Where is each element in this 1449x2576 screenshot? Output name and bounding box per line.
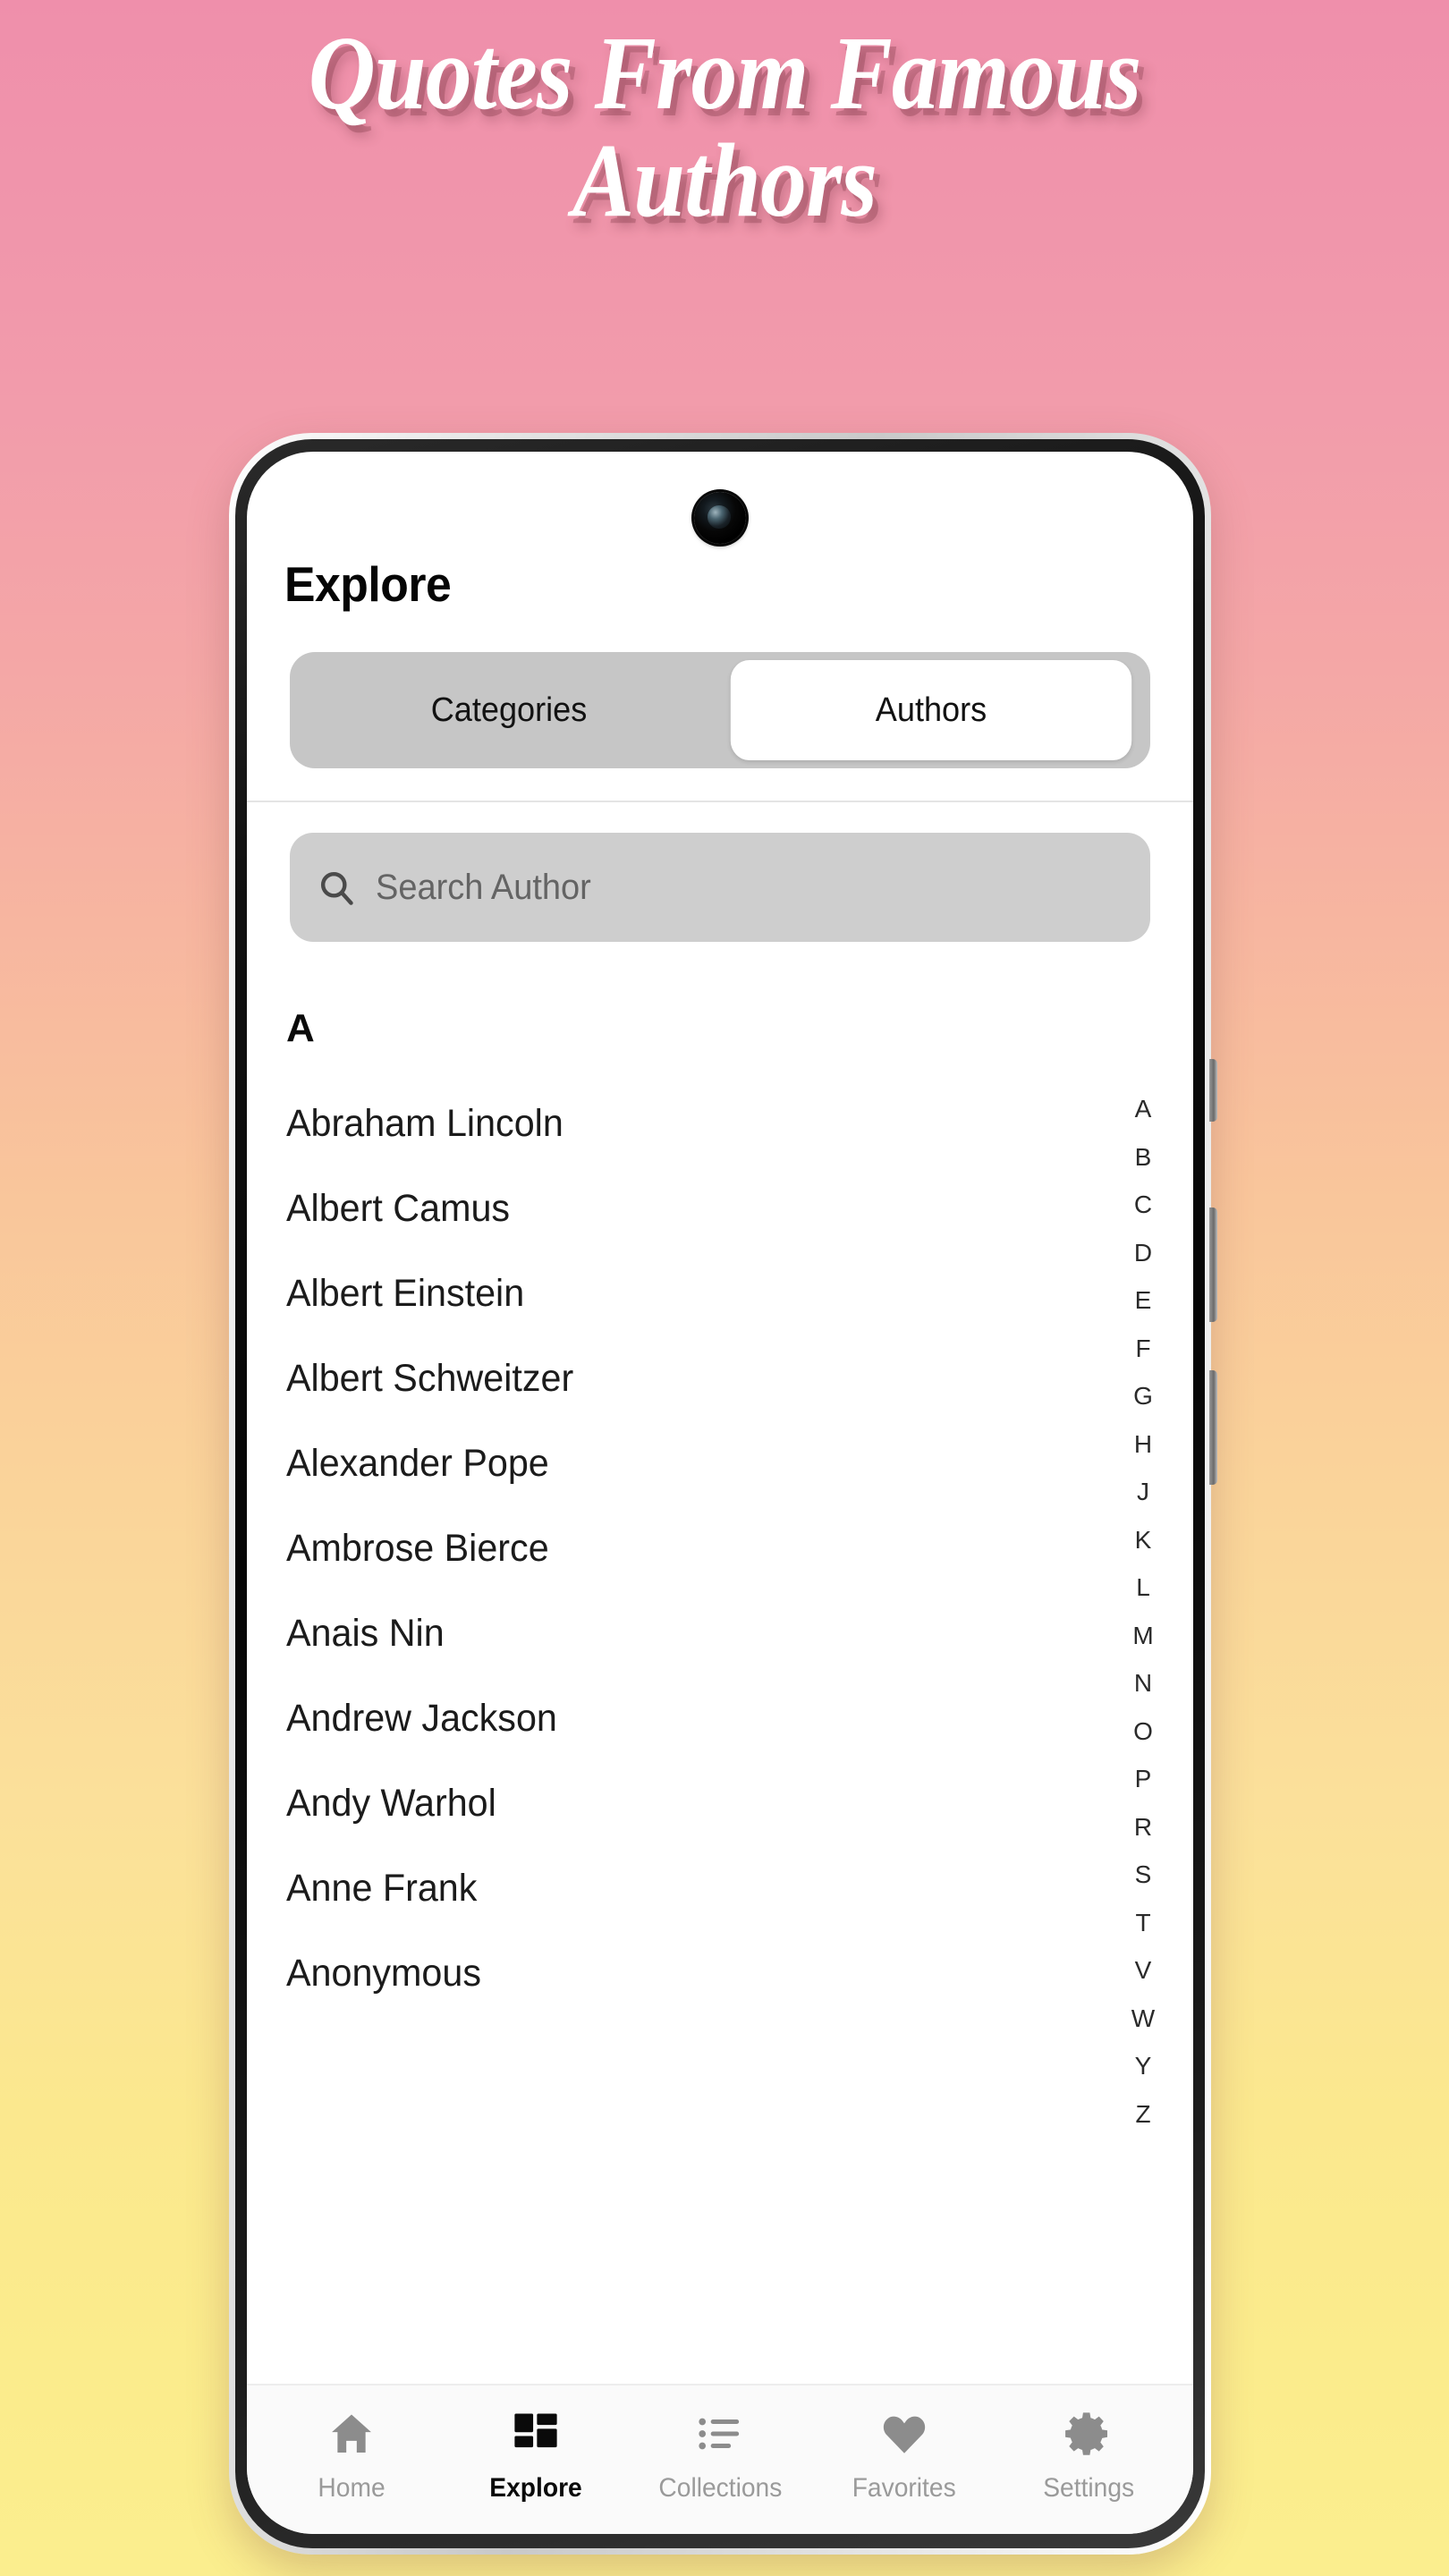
nav-label: Home [318,2473,386,2503]
nav-label: Settings [1043,2473,1134,2503]
author-list-item[interactable]: Andy Warhol [286,1761,1157,1846]
author-list-item[interactable]: Abraham Lincoln [286,1081,1157,1166]
alphabet-index-letter[interactable]: Y [1125,2042,1161,2090]
alphabet-index-letter[interactable]: H [1125,1420,1161,1469]
app-header: Explore [247,452,1193,613]
author-list-item[interactable]: Albert Schweitzer [286,1336,1157,1421]
alphabet-index-letter[interactable]: R [1125,1803,1161,1852]
alphabet-index-letter[interactable]: F [1125,1325,1161,1373]
search-icon [317,868,356,907]
alphabet-index-letter[interactable]: J [1125,1468,1161,1516]
author-list-item[interactable]: Ambrose Bierce [286,1506,1157,1591]
alphabet-index-letter[interactable]: N [1125,1659,1161,1707]
grid-icon [512,2409,560,2459]
nav-item-home[interactable]: Home [259,2409,444,2504]
alphabet-index-letter[interactable]: Z [1125,2090,1161,2139]
alphabet-index-scrubber[interactable]: ABCDEFGHJKLMNOPRSTVWYZ [1125,1085,1161,2138]
segmented-control-wrapper: Categories Authors [247,613,1193,801]
search-bar[interactable]: Search Author [290,833,1150,942]
phone-volume-up-button [1209,1208,1217,1322]
nav-item-favorites[interactable]: Favorites [812,2409,996,2504]
nav-label: Favorites [852,2473,956,2503]
nav-item-settings[interactable]: Settings [996,2409,1181,2504]
nav-label: Collections [658,2473,782,2503]
nav-label: Explore [489,2473,582,2503]
tab-categories[interactable]: Categories [309,660,709,760]
alphabet-index-letter[interactable]: G [1125,1372,1161,1420]
author-list-item[interactable]: Andrew Jackson [286,1676,1157,1761]
phone-mockup: Explore Categories Authors Search Author… [229,433,1217,2555]
promo-title: Quotes From Famous Authors [308,14,1141,240]
author-list-area[interactable]: A Abraham Lincoln Albert Camus Albert Eins… [247,942,1193,2384]
nav-item-explore[interactable]: Explore [444,2409,628,2504]
heart-icon [879,2409,929,2459]
alphabet-index-letter[interactable]: A [1125,1085,1161,1133]
alphabet-index-letter[interactable]: S [1125,1851,1161,1899]
alphabet-index-letter[interactable]: C [1125,1181,1161,1229]
author-list-item[interactable]: Alexander Pope [286,1421,1157,1506]
section-header-letter: A [286,1006,315,1050]
page-title: Explore [284,556,452,612]
author-list-item[interactable]: Albert Einstein [286,1251,1157,1336]
author-list[interactable]: Abraham Lincoln Albert Camus Albert Einste… [247,1051,1193,2016]
gear-icon [1063,2409,1114,2459]
alphabet-index-letter[interactable]: P [1125,1755,1161,1803]
nav-item-collections[interactable]: Collections [628,2409,812,2504]
alphabet-index-letter[interactable]: O [1125,1707,1161,1756]
phone-side-button-top [1209,1059,1217,1122]
home-icon [326,2409,377,2459]
app-container: Explore Categories Authors Search Author… [247,452,1193,2534]
author-list-item[interactable]: Anne Frank [286,1846,1157,1931]
list-icon [696,2409,744,2459]
alphabet-index-letter[interactable]: W [1125,1995,1161,2043]
alphabet-index-letter[interactable]: E [1125,1276,1161,1325]
phone-bezel: Explore Categories Authors Search Author… [235,439,1217,2548]
alphabet-index-letter[interactable]: V [1125,1946,1161,1995]
search-wrapper: Search Author [247,802,1193,942]
phone-volume-down-button [1209,1370,1217,1485]
alphabet-index-letter[interactable]: T [1125,1899,1161,1947]
alphabet-index-letter[interactable]: K [1125,1516,1161,1564]
phone-screen: Explore Categories Authors Search Author… [247,452,1193,2534]
segmented-control[interactable]: Categories Authors [290,652,1150,768]
bottom-navigation-bar[interactable]: Home Explore Collections Favorites Settings [247,2384,1193,2534]
alphabet-index-letter[interactable]: M [1125,1612,1161,1660]
alphabet-index-letter[interactable]: D [1125,1229,1161,1277]
alphabet-index-letter[interactable]: L [1125,1563,1161,1612]
search-input[interactable]: Search Author [376,868,591,908]
author-list-item[interactable]: Albert Camus [286,1166,1157,1251]
tab-authors[interactable]: Authors [730,660,1132,760]
alphabet-index-letter[interactable]: B [1125,1133,1161,1182]
author-list-item[interactable]: Anonymous [286,1931,1157,2016]
author-list-item[interactable]: Anais Nin [286,1591,1157,1676]
